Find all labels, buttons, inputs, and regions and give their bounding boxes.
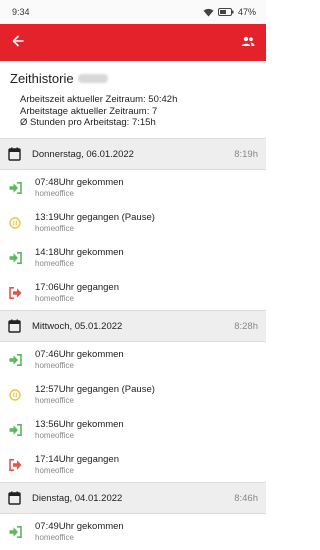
pause-icon — [8, 216, 22, 230]
people-icon — [241, 34, 255, 52]
entry-text: 07:49Uhr gekommen — [35, 520, 124, 532]
sign-in-icon — [8, 353, 22, 367]
list-item[interactable]: 12:57Uhr gegangen (Pause) homeoffice — [0, 377, 266, 412]
sign-out-icon — [8, 458, 22, 472]
entry-note: homeoffice — [35, 395, 74, 405]
day-header[interactable]: Dienstag, 04.01.2022 8:46h — [0, 482, 266, 514]
entry-text: 07:46Uhr gekommen — [35, 348, 124, 360]
day-total: 8:46h — [234, 492, 258, 504]
entry-text: 13:19Uhr gegangen (Pause) — [35, 211, 155, 223]
day-date: Donnerstag, 06.01.2022 — [32, 148, 134, 160]
entry-text: 14:18Uhr gekommen — [35, 246, 124, 258]
list-item[interactable]: 07:46Uhr gekommen homeoffice — [0, 342, 266, 377]
page-title: Zeithistorie — [10, 69, 256, 87]
entry-note: homeoffice — [35, 532, 74, 542]
summary-info: Arbeitszeit aktueller Zeitraum: 50:42h A… — [10, 94, 256, 129]
status-icons: 47% — [203, 7, 256, 17]
entry-text: 07:48Uhr gekommen — [35, 176, 124, 188]
entry-text: 17:14Uhr gegangen — [35, 453, 119, 465]
arrow-left-icon — [12, 34, 24, 52]
sign-in-icon — [8, 181, 22, 195]
day-total: 8:28h — [234, 320, 258, 332]
entry-text: 12:57Uhr gegangen (Pause) — [35, 383, 155, 395]
entry-note: homeoffice — [35, 258, 74, 268]
page-title-text: Zeithistorie — [10, 70, 74, 86]
summary-worktime: Arbeitszeit aktueller Zeitraum: 50:42h — [20, 94, 178, 105]
battery-percent: 47% — [237, 7, 256, 17]
entry-text: 13:56Uhr gekommen — [35, 418, 124, 430]
list-item[interactable]: 07:49Uhr gekommen homeoffice — [0, 514, 266, 549]
sign-in-icon — [8, 423, 22, 437]
summary-workdays: Arbeitstage aktueller Zeitraum: 7 — [20, 105, 158, 117]
summary-panel: Zeithistorie Arbeitszeit aktueller Zeitr… — [0, 61, 266, 138]
sign-in-icon — [8, 251, 22, 265]
list-item[interactable]: 17:14Uhr gegangen homeoffice — [0, 447, 266, 482]
entry-note: homeoffice — [35, 430, 74, 440]
day-date: Dienstag, 04.01.2022 — [32, 492, 123, 504]
entry-text: 17:06Uhr gegangen — [35, 281, 119, 293]
list-item[interactable]: 17:06Uhr gegangen homeoffice — [0, 275, 266, 310]
day-total: 8:19h — [234, 148, 258, 160]
battery-icon — [217, 8, 234, 16]
calendar-icon — [8, 491, 22, 505]
back-button[interactable] — [10, 35, 26, 51]
summary-avg-hours: Ø Stunden pro Arbeitstag: 7:15h — [20, 117, 156, 128]
entry-note: homeoffice — [35, 223, 74, 233]
sign-in-icon — [8, 525, 22, 539]
entry-note: homeoffice — [35, 465, 74, 475]
app-bar — [0, 24, 266, 61]
blurred-user-name — [77, 73, 108, 83]
entry-note: homeoffice — [35, 293, 74, 303]
day-date: Mittwoch, 05.01.2022 — [32, 320, 123, 332]
entry-note: homeoffice — [35, 360, 74, 370]
status-bar: 9:34 47% — [0, 0, 266, 24]
people-button[interactable] — [240, 35, 256, 51]
calendar-icon — [8, 147, 22, 161]
sign-out-icon — [8, 286, 22, 300]
pause-icon — [8, 388, 22, 402]
list-item[interactable]: 14:18Uhr gekommen homeoffice — [0, 240, 266, 275]
list-item[interactable]: 07:48Uhr gekommen homeoffice — [0, 170, 266, 205]
calendar-icon — [8, 319, 22, 333]
wifi-icon — [203, 8, 214, 17]
day-header[interactable]: Donnerstag, 06.01.2022 8:19h — [0, 138, 266, 170]
list-item[interactable]: 13:56Uhr gekommen homeoffice — [0, 412, 266, 447]
time-history-list: Donnerstag, 06.01.2022 8:19h 07:48Uhr ge… — [0, 138, 266, 549]
list-item[interactable]: 13:19Uhr gegangen (Pause) homeoffice — [0, 205, 266, 240]
entry-note: homeoffice — [35, 188, 74, 198]
day-header[interactable]: Mittwoch, 05.01.2022 8:28h — [0, 310, 266, 342]
status-time: 9:34 — [12, 7, 30, 17]
